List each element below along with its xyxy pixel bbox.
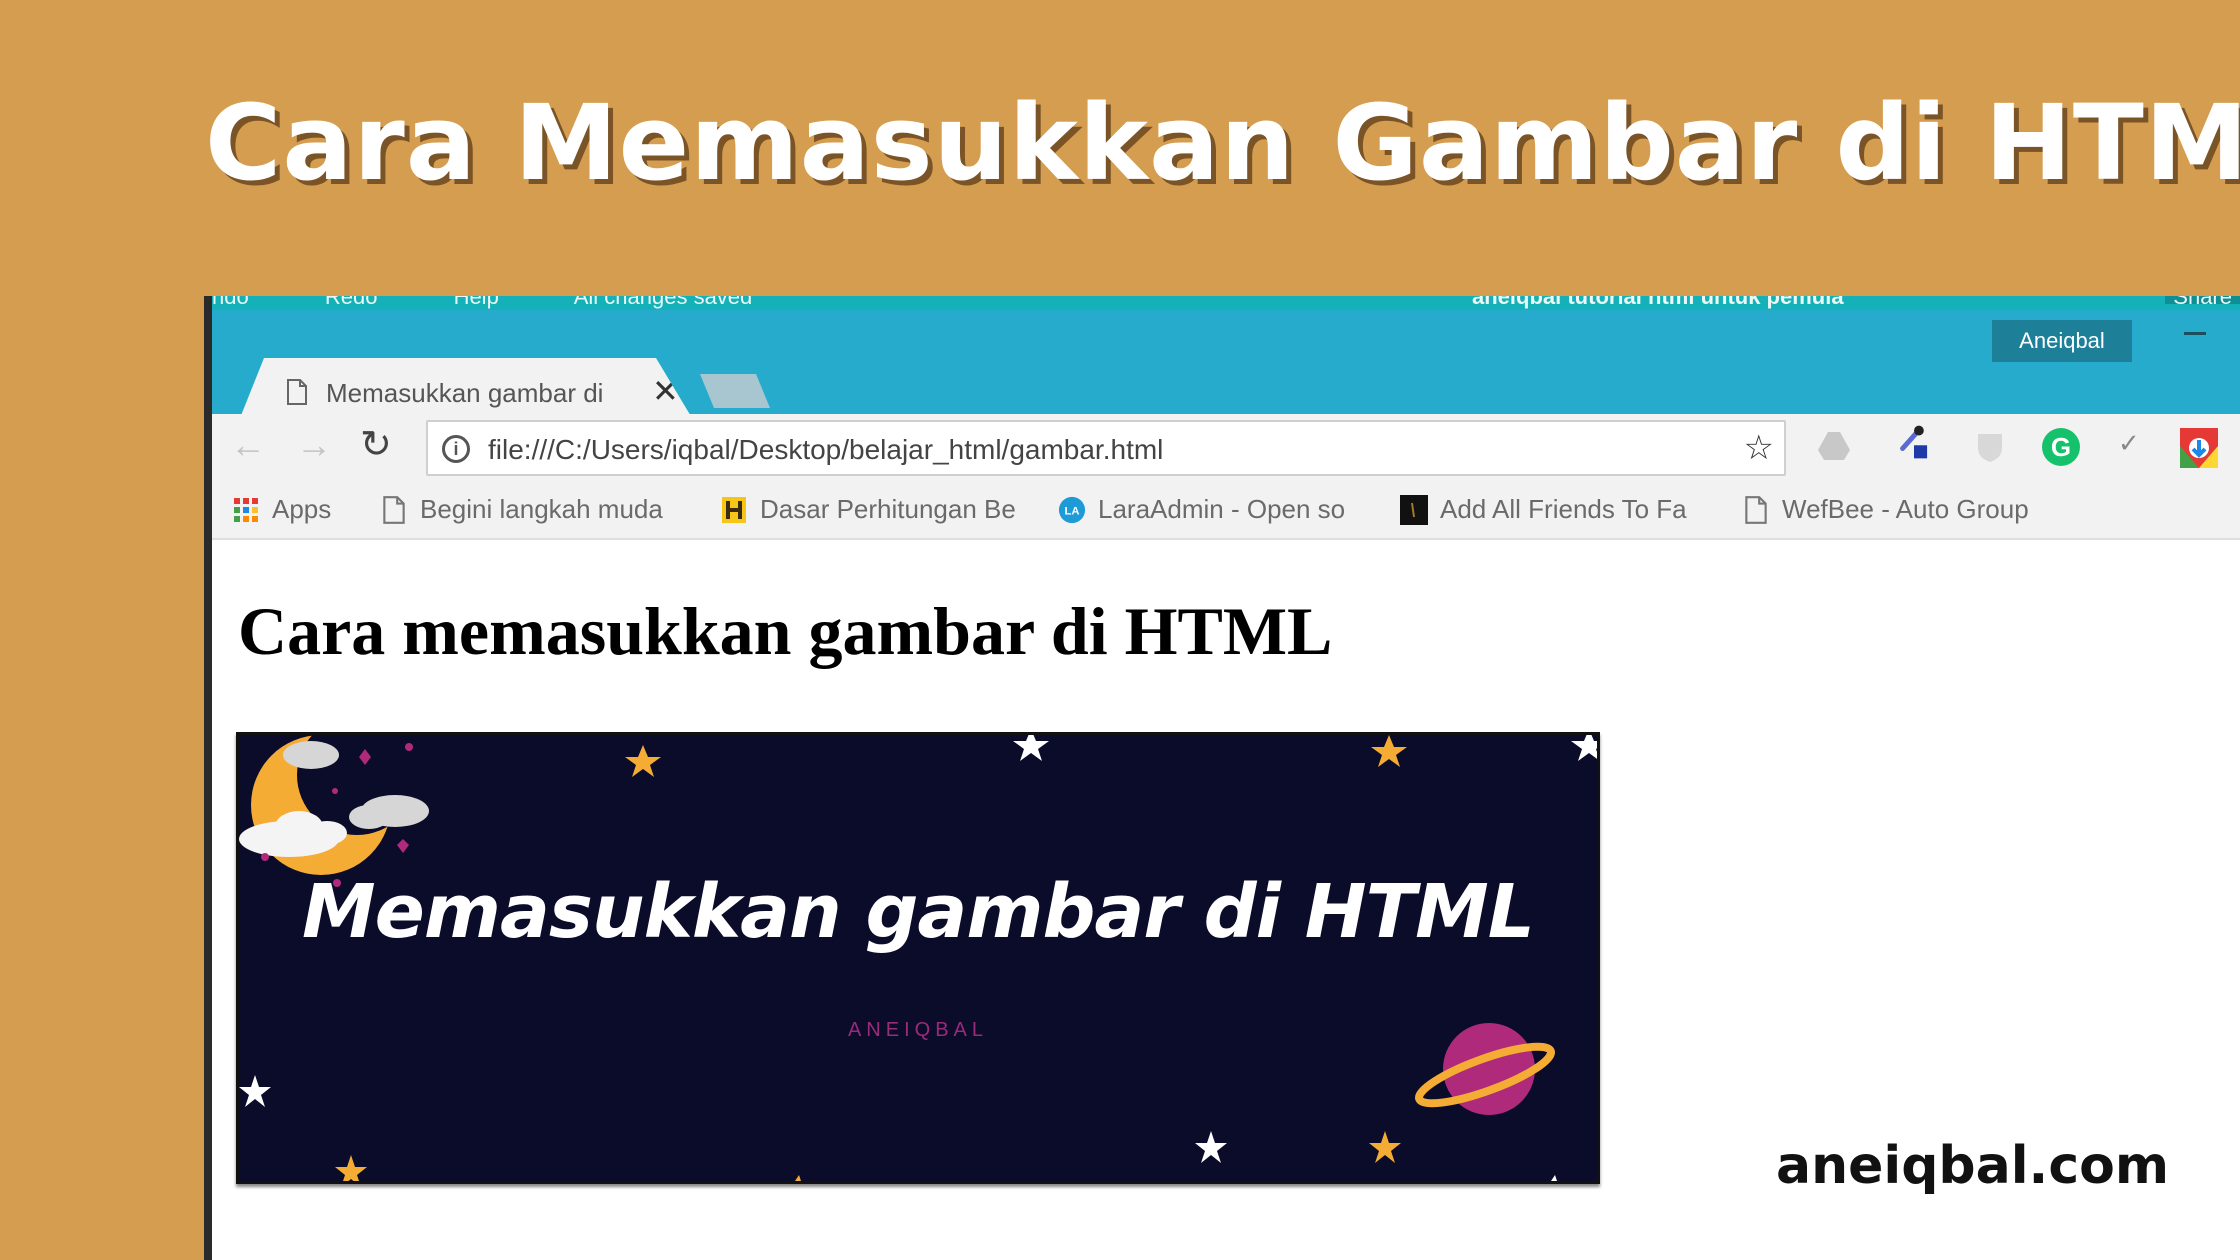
menu-item[interactable]: ndo [212, 296, 249, 309]
bookmark-item[interactable]: WefBee - Auto Group [1742, 494, 2029, 525]
svg-text:LA: LA [1065, 505, 1080, 517]
background-window-edge [204, 296, 212, 1260]
star-icon[interactable]: ☆ [1744, 428, 1774, 468]
star-icon [239, 735, 1597, 1181]
page-icon [1745, 495, 1767, 524]
download-icon[interactable] [2180, 428, 2218, 468]
shield-icon[interactable] [1972, 428, 2008, 464]
google-drive-icon[interactable] [1816, 428, 1852, 464]
background-app-menubar: ndo Redo Help All changes saved aneiqbal… [212, 296, 2240, 310]
bookmark-label: LaraAdmin - Open so [1098, 494, 1346, 524]
save-status: All changes saved [573, 296, 753, 309]
browser-toolbar: ← → ↻ i file:///C:/Users/iqbal/Desktop/b… [212, 414, 2240, 480]
bookmark-item[interactable]: LA LaraAdmin - Open so [1058, 494, 1345, 525]
arrow-right-icon[interactable]: → [296, 424, 332, 466]
bookmark-label: Dasar Perhitungan Be [760, 494, 1016, 524]
banner-illustration [239, 735, 1597, 1181]
reload-icon[interactable]: ↻ [360, 422, 392, 467]
site-icon [722, 496, 746, 523]
bookmark-apps[interactable]: Apps [232, 494, 331, 525]
bookmark-label: Begini langkah muda [420, 494, 663, 524]
document-name: aneiqbal tutorial html untuk pemula [1472, 296, 1844, 309]
menu-item[interactable]: Help [454, 296, 499, 309]
address-input[interactable]: file:///C:/Users/iqbal/Desktop/belajar_h… [488, 434, 1163, 466]
bookmark-item[interactable]: Add All Friends To Fa [1400, 494, 1687, 525]
banner-image: Memasukkan gambar di HTML ANEIQBAL [236, 732, 1600, 1184]
site-watermark: aneiqbal.com [1776, 1136, 2170, 1196]
close-icon[interactable]: ✕ [652, 372, 679, 410]
page-icon [287, 379, 307, 405]
apps-grid-icon [234, 497, 258, 522]
share-button[interactable]: Share [2165, 296, 2240, 308]
bookmark-label: Apps [272, 494, 332, 524]
banner-title: Memasukkan gambar di HTML [302, 869, 1535, 955]
bookmark-label: Add All Friends To Fa [1440, 494, 1687, 524]
thumbnail-headline: Cara Memasukkan Gambar di HTML [205, 82, 2240, 204]
site-icon [1400, 494, 1428, 525]
bookmark-item[interactable]: Begini langkah muda [380, 494, 663, 525]
info-icon[interactable]: i [442, 435, 470, 463]
minimize-icon[interactable] [2184, 332, 2206, 335]
bookmarks-bar: Apps Begini langkah muda Dasar Perhitung… [212, 480, 2240, 540]
laraadmin-icon: LA [1058, 496, 1086, 523]
bookmark-item[interactable]: Dasar Perhitungan Be [720, 494, 1016, 525]
address-bar[interactable]: i file:///C:/Users/iqbal/Desktop/belajar… [426, 420, 1786, 476]
browser-screenshot: ndo Redo Help All changes saved aneiqbal… [204, 296, 2240, 1260]
tab-title: Memasukkan gambar di [326, 378, 604, 408]
star-icon [335, 735, 1407, 1181]
bookmark-label: WefBee - Auto Group [1782, 494, 2029, 524]
browser-titlebar: Aneiqbal Memasukkan gambar di ✕ [212, 310, 2240, 428]
profile-button[interactable]: Aneiqbal [1992, 320, 2132, 362]
grammarly-icon[interactable]: G [2042, 428, 2080, 466]
page-heading: Cara memasukkan gambar di HTML [238, 593, 1333, 669]
checkmark-icon[interactable]: ✓ [2118, 428, 2154, 464]
new-tab-button[interactable] [700, 374, 770, 408]
arrow-left-icon[interactable]: ← [230, 424, 266, 466]
banner-subtitle: ANEIQBAL [847, 1019, 989, 1041]
color-picker-icon[interactable] [1896, 424, 1932, 460]
menu-item[interactable]: Redo [325, 296, 378, 309]
page-icon [383, 495, 405, 524]
